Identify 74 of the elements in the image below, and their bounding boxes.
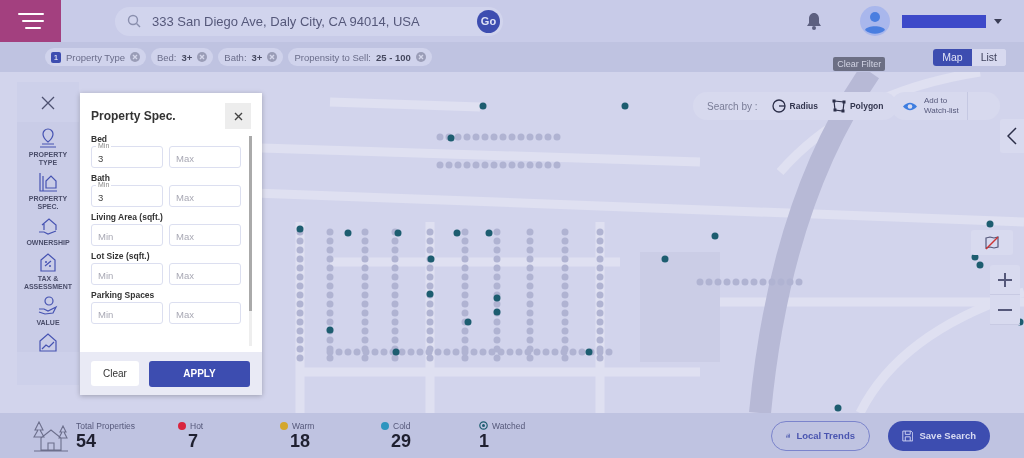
filter-chip[interactable]: Bed: 3+ [150, 48, 214, 66]
filter-chip[interactable]: Bath: 3+ [218, 48, 284, 66]
filter-value: 3+ [251, 51, 263, 63]
filter-value: 25 - 100 [375, 51, 411, 63]
stat-value: 54 [76, 430, 97, 451]
stat-label: Watched [492, 420, 526, 431]
stat-value: 7 [187, 430, 199, 451]
eye-icon [902, 100, 918, 112]
map-layers-button[interactable] [971, 230, 1013, 255]
menu-button[interactable] [0, 0, 61, 42]
stat-value: 29 [390, 430, 412, 451]
filter-chip[interactable]: 1 Property Type [45, 48, 146, 66]
stat-label: Warm [292, 420, 315, 431]
search-by-label: Search by : [707, 100, 758, 112]
filter-chip[interactable]: Propensity to Sell: 25 - 100 [288, 48, 432, 66]
close-icon [233, 111, 243, 121]
filter-label: Propensity to Sell: [294, 51, 371, 63]
search-icon [127, 14, 141, 28]
avatar-icon[interactable] [860, 6, 890, 36]
stat-value: 18 [289, 430, 312, 451]
clear-filter-tooltip: Clear Filter [833, 57, 886, 71]
action-button[interactable]: Save Search [888, 420, 990, 451]
stat-label: Hot [190, 420, 204, 431]
filter-label: Bed: [156, 51, 177, 63]
bar-chart-icon [786, 430, 791, 441]
field-label: Parking Spaces [91, 290, 156, 300]
input-field[interactable]: Max [169, 185, 241, 207]
filter-value: 3+ [181, 51, 193, 63]
field-label: Bed [91, 134, 108, 144]
draw-tool-button[interactable]: Radius [771, 99, 818, 113]
filter-label: Bath: [224, 51, 247, 63]
house-ruler-icon [38, 172, 58, 192]
input-field[interactable]: Max [169, 302, 241, 324]
chevron-left-icon [1007, 127, 1017, 145]
apply-button[interactable]: APPLY [149, 360, 250, 387]
scrollbar[interactable] [249, 136, 252, 346]
go-button[interactable]: Go [477, 9, 500, 33]
map-layers-off-icon [985, 235, 999, 250]
house-percent-icon [38, 252, 58, 272]
house-trend-icon [38, 332, 58, 352]
polygon-icon [831, 99, 846, 113]
search-field[interactable]: 333 San Diego Ave, Daly City, CA 94014, USA Go [115, 6, 503, 36]
caret-icon[interactable] [994, 18, 1002, 24]
field-label: Living Area (sqft.) [91, 212, 164, 222]
view-toggle-tab[interactable]: Map [933, 48, 972, 66]
coin-hand-icon [38, 296, 58, 316]
panel-title: Property Spec. [91, 109, 176, 123]
menu-icon [17, 12, 44, 30]
stat-label: Cold [393, 420, 411, 431]
input-field[interactable]: Max [169, 263, 241, 285]
input-field[interactable]: Min [91, 224, 163, 246]
minus-icon [998, 308, 1012, 311]
collapse-panel-button[interactable] [1000, 119, 1024, 153]
clear-button[interactable]: Clear [91, 361, 139, 386]
input-field[interactable]: Min [91, 263, 163, 285]
notification-bell-icon[interactable] [806, 12, 822, 30]
houses-trees-icon [33, 419, 69, 452]
input-field[interactable]: Max [169, 146, 241, 168]
field-label: Lot Size (sqft.) [91, 251, 151, 261]
stat-label: Total Properties [76, 420, 136, 431]
filter-label: Property Type [66, 51, 125, 63]
draw-tool-button[interactable]: Polygon [831, 99, 884, 113]
filter-count-badge: 1 [51, 51, 61, 63]
house-hand-icon [38, 216, 58, 236]
input-field[interactable]: Min [91, 302, 163, 324]
house-pin-icon [38, 128, 58, 148]
stat-value: 1 [479, 430, 490, 451]
input-field[interactable]: Max [169, 224, 241, 246]
close-icon[interactable] [41, 96, 55, 110]
close-button[interactable] [225, 103, 251, 129]
radius-circle-icon [771, 99, 786, 113]
watched-icon [479, 421, 488, 430]
plus-icon [998, 272, 1012, 287]
field-label: Bath [91, 173, 111, 183]
